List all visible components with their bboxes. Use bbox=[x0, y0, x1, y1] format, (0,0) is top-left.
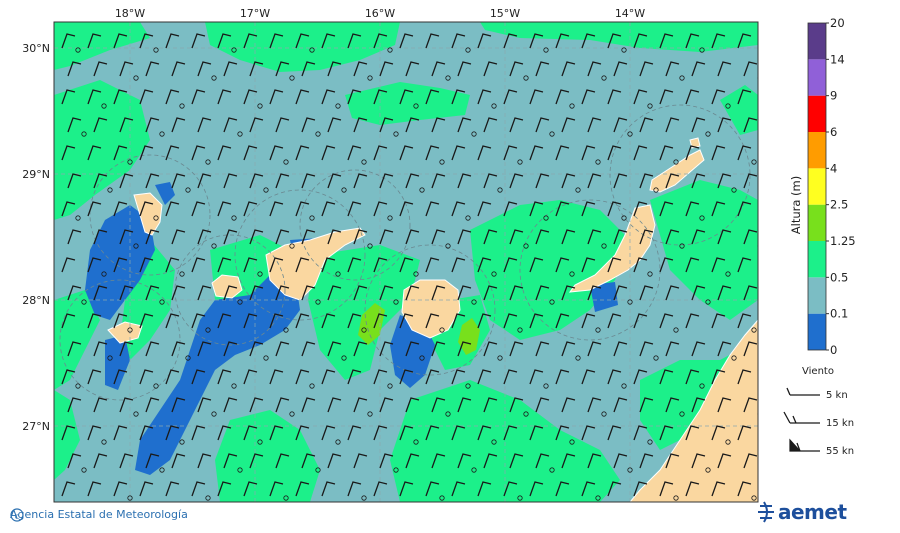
barb-15kn-icon bbox=[783, 411, 820, 424]
wind-legend: Viento 5 kn 15 kn 55 kn bbox=[783, 366, 854, 457]
colorbar-swatch bbox=[808, 277, 826, 314]
lat-tick: 29°N bbox=[22, 168, 50, 181]
colorbar-swatch bbox=[808, 95, 826, 132]
lon-tick: 14°W bbox=[615, 7, 645, 20]
colorbar-level: 14 bbox=[830, 52, 845, 66]
colorbar-swatch bbox=[808, 204, 826, 241]
wave-height-map: 18°W 17°W 16°W 15°W 14°W 30°N 29°N 28°N … bbox=[10, 7, 856, 523]
wind-legend-item: 15 kn bbox=[826, 418, 854, 429]
lat-tick: 27°N bbox=[22, 420, 50, 433]
lon-tick: 18°W bbox=[115, 7, 145, 20]
colorbar-level: 0.1 bbox=[830, 307, 848, 321]
colorbar-level: 20 bbox=[830, 16, 845, 30]
colorbar-swatch bbox=[808, 23, 826, 60]
colorbar-swatch bbox=[808, 313, 826, 350]
colorbar-level: 1.25 bbox=[830, 234, 856, 248]
colorbar-level: 4 bbox=[830, 161, 837, 175]
lat-ticks: 30°N 29°N 28°N 27°N bbox=[22, 42, 50, 433]
colorbar-level: 0 bbox=[830, 343, 837, 357]
barb-55kn-icon bbox=[789, 438, 820, 452]
colorbar-swatch bbox=[808, 132, 826, 169]
colorbar-level: 9 bbox=[830, 89, 837, 103]
aemet-logo[interactable]: aemet bbox=[778, 500, 847, 524]
wind-legend-title: Viento bbox=[802, 366, 834, 377]
wind-legend-item: 5 kn bbox=[826, 390, 848, 401]
lon-ticks: 18°W 17°W 16°W 15°W 14°W bbox=[115, 7, 645, 20]
lon-tick: 16°W bbox=[365, 7, 395, 20]
map-layers bbox=[54, 22, 758, 502]
wind-legend-item: 55 kn bbox=[826, 446, 854, 457]
colorbar-swatch bbox=[808, 59, 826, 96]
lat-tick: 30°N bbox=[22, 42, 50, 55]
colorbar-title: Altura (m) bbox=[789, 176, 803, 234]
barb-5kn-icon bbox=[786, 387, 820, 396]
aemet-logo-icon bbox=[758, 501, 774, 523]
colorbar-level: 6 bbox=[830, 125, 837, 139]
lat-tick: 28°N bbox=[22, 294, 50, 307]
colorbar-level: 2.5 bbox=[830, 198, 848, 212]
lon-tick: 17°W bbox=[240, 7, 270, 20]
colorbar-swatch bbox=[808, 168, 826, 205]
colorbar-level: 0.5 bbox=[830, 270, 848, 284]
colorbar: Altura (m) 0 0.1 0.5 1.25 2.5 4 6 9 14 20 bbox=[789, 16, 856, 357]
copyright-text: Agencia Estatal de Meteorología bbox=[10, 508, 188, 521]
colorbar-swatch bbox=[808, 241, 826, 278]
lon-tick: 15°W bbox=[490, 7, 520, 20]
